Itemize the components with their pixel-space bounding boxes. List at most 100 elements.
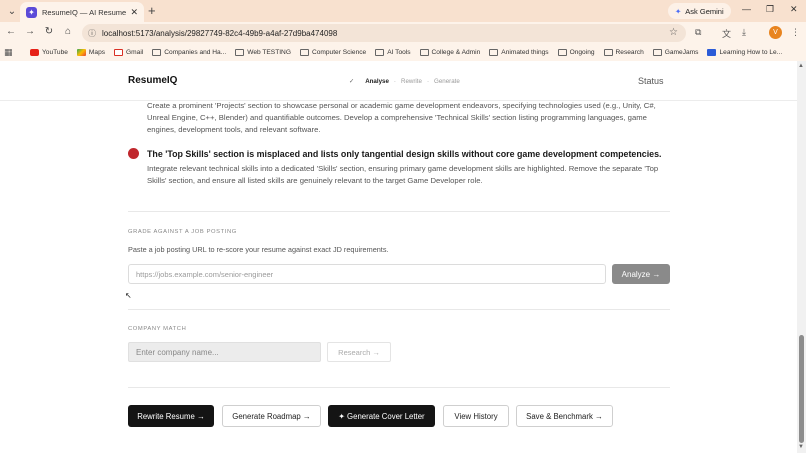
extensions-icon[interactable]: ⧉ — [695, 27, 701, 38]
research-button[interactable]: Research → — [327, 342, 391, 362]
bookmark-label: Learning How to Le... — [719, 49, 783, 56]
folder-icon — [299, 49, 309, 56]
brand-logo[interactable]: ResumeIQ — [128, 75, 177, 86]
scroll-down-icon[interactable]: ▼ — [798, 444, 804, 450]
maps-icon — [76, 49, 86, 56]
folder-icon — [152, 49, 162, 56]
bookmark-folder-ongoing[interactable]: Ongoing — [557, 49, 595, 56]
generate-cover-letter-button[interactable]: ✦ Generate Cover Letter — [328, 405, 435, 427]
close-window-icon[interactable]: ✕ — [790, 4, 798, 15]
ask-gemini-button[interactable]: ✦ Ask Gemini — [668, 3, 731, 19]
page-scrollbar[interactable]: ▲ ▼ — [797, 61, 806, 453]
bookmark-label: Computer Science — [311, 49, 367, 56]
bookmark-label: AI Tools — [387, 49, 411, 56]
tab-search-icon[interactable]: ⌄ — [5, 4, 19, 18]
job-posting-description: Paste a job posting URL to re-score your… — [128, 245, 389, 254]
bookmark-label: Gmail — [126, 49, 144, 56]
step-generate[interactable]: Generate — [434, 78, 460, 85]
youtube-icon — [30, 49, 39, 56]
company-match-label: COMPANY MATCH — [128, 326, 187, 332]
app-header: ResumeIQ ✓ Analyse · Rewrite · Generate … — [0, 61, 797, 101]
bookmark-label: Ongoing — [569, 49, 595, 56]
bookmark-folder-research[interactable]: Research — [603, 49, 644, 56]
bookmark-youtube[interactable]: YouTube — [30, 49, 68, 56]
bookmark-label: Animated things — [501, 49, 549, 56]
ask-gemini-label: Ask Gemini — [685, 6, 724, 16]
severity-dot-icon — [128, 148, 139, 159]
apps-grid-icon[interactable]: ▦ — [4, 47, 18, 58]
bookmark-icon — [707, 49, 717, 56]
folder-icon — [489, 49, 499, 56]
bookmark-label: Web TESTING — [247, 49, 291, 56]
bookmark-label: Maps — [88, 49, 106, 56]
url-text: localhost:5173/analysis/29827749-82c4-49… — [102, 28, 338, 38]
step-analyse[interactable]: Analyse — [365, 78, 389, 85]
menu-kebab-icon[interactable]: ⋮ — [791, 27, 800, 38]
close-tab-icon[interactable]: ✕ — [130, 7, 138, 18]
bookmark-folder-ai-tools[interactable]: AI Tools — [375, 49, 411, 56]
download-icon[interactable]: ⤓ — [742, 27, 746, 38]
back-icon[interactable]: ← — [4, 26, 18, 37]
home-icon[interactable]: ⌂ — [61, 26, 75, 37]
bookmark-label: Companies and Ha... — [164, 49, 227, 56]
bookmark-folder-gamejams[interactable]: GameJams — [652, 49, 699, 56]
issue-recommendation: Integrate relevant technical skills into… — [147, 164, 659, 185]
bookmark-label: GameJams — [664, 49, 699, 56]
gemini-icon: ✦ — [675, 6, 682, 16]
divider — [128, 309, 670, 310]
status-link[interactable]: Status — [638, 76, 664, 86]
bookmark-maps[interactable]: Maps — [76, 49, 106, 56]
job-posting-label: GRADE AGAINST A JOB POSTING — [128, 229, 237, 235]
new-tab-icon[interactable]: + — [148, 4, 156, 18]
save-benchmark-button[interactable]: Save & Benchmark → — [516, 405, 613, 427]
site-info-icon[interactable]: ⓘ — [88, 28, 96, 39]
translate-icon[interactable]: 文 — [722, 27, 731, 40]
bookmark-star-icon[interactable]: ☆ — [669, 27, 678, 38]
progress-steps: ✓ Analyse · Rewrite · Generate — [349, 78, 460, 85]
folder-icon — [375, 49, 385, 56]
folder-icon — [652, 49, 662, 56]
folder-icon — [419, 49, 429, 56]
profile-avatar[interactable]: V — [769, 26, 782, 39]
folder-icon — [557, 49, 567, 56]
divider — [128, 387, 670, 388]
browser-tab-active[interactable]: ✦ ResumeIQ — AI Resume Analy ✕ — [20, 2, 144, 22]
restore-icon[interactable]: ❐ — [766, 4, 774, 15]
scrollbar-thumb[interactable] — [799, 335, 804, 443]
company-name-input[interactable]: Enter company name... — [128, 342, 321, 362]
minimize-icon[interactable]: — — [742, 4, 751, 14]
forward-icon[interactable]: → — [23, 26, 37, 37]
bookmark-folder-animated[interactable]: Animated things — [489, 49, 549, 56]
job-url-input[interactable]: https://jobs.example.com/senior-engineer — [128, 264, 606, 284]
rewrite-resume-button[interactable]: Rewrite Resume → — [128, 405, 214, 427]
mouse-cursor-icon: ↖ — [125, 291, 132, 300]
generate-roadmap-button[interactable]: Generate Roadmap → — [222, 405, 321, 427]
analyze-button[interactable]: Analyze → — [612, 264, 670, 284]
browser-toolbar: ← → ↻ ⌂ ⓘ localhost:5173/analysis/298277… — [0, 22, 806, 44]
view-history-button[interactable]: View History — [443, 405, 509, 427]
tab-title: ResumeIQ — AI Resume Analy — [42, 7, 127, 17]
address-bar[interactable]: ⓘ localhost:5173/analysis/29827749-82c4-… — [82, 24, 686, 42]
bookmark-folder-web-testing[interactable]: Web TESTING — [235, 49, 291, 56]
issue-title: The 'Top Skills' section is misplaced an… — [147, 149, 662, 159]
reload-icon[interactable]: ↻ — [42, 26, 56, 37]
issue-recommendation: Create a prominent 'Projects' section to… — [147, 101, 656, 134]
folder-icon — [603, 49, 613, 56]
step-check-icon: ✓ — [349, 78, 355, 85]
bookmark-label: College & Admin — [431, 49, 481, 56]
step-rewrite[interactable]: Rewrite — [401, 78, 422, 85]
gmail-icon — [114, 49, 124, 56]
bookmark-gmail[interactable]: Gmail — [114, 49, 143, 56]
bookmark-learning[interactable]: Learning How to Le... — [707, 49, 782, 56]
divider — [128, 211, 670, 212]
bookmark-label: YouTube — [42, 49, 68, 56]
scroll-up-icon[interactable]: ▲ — [798, 63, 804, 69]
bookmark-folder-companies[interactable]: Companies and Ha... — [152, 49, 226, 56]
bookmark-folder-college[interactable]: College & Admin — [419, 49, 481, 56]
bookmark-label: Research — [615, 49, 644, 56]
step-separator: · — [393, 78, 396, 85]
bookmarks-bar: ▦ YouTube Maps Gmail Companies and Ha...… — [0, 44, 806, 61]
step-separator: · — [426, 78, 430, 85]
browser-tab-strip: ⌄ ✦ ResumeIQ — AI Resume Analy ✕ + ✦ Ask… — [0, 0, 806, 22]
bookmark-folder-computer-science[interactable]: Computer Science — [299, 49, 367, 56]
